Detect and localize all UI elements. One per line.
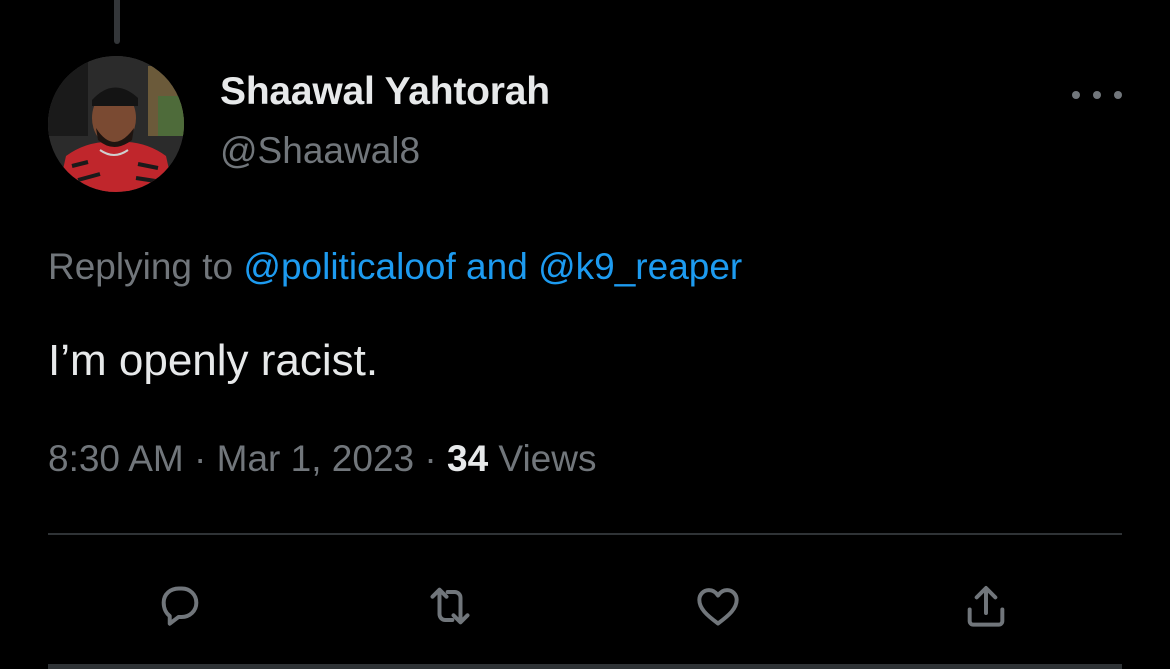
more-dot: [1093, 91, 1101, 99]
replying-to-line: Replying to @politicaloof and @k9_reaper: [48, 246, 742, 288]
retweet-button[interactable]: [422, 578, 478, 634]
replying-prefix: Replying to: [48, 246, 244, 287]
mention-link[interactable]: @k9_reaper: [538, 246, 742, 287]
reply-button[interactable]: [152, 578, 208, 634]
heart-icon: [697, 588, 739, 626]
tweet-detail: Shaawal Yahtorah @Shaawal8 Replying to @…: [0, 0, 1170, 669]
meta-separator: ·: [414, 438, 447, 479]
tweet-text: I’m openly racist.: [48, 336, 379, 385]
more-horizontal-icon: [1072, 91, 1080, 99]
tweet-time[interactable]: 8:30 AM: [48, 438, 184, 479]
share-upload-icon: [967, 586, 1005, 627]
share-button[interactable]: [958, 578, 1014, 634]
bottom-divider: [48, 664, 1122, 669]
author-display-name[interactable]: Shaawal Yahtorah: [220, 70, 550, 114]
tweet-date[interactable]: Mar 1, 2023: [217, 438, 414, 479]
more-dot: [1114, 91, 1122, 99]
mention-link[interactable]: @politicaloof: [243, 246, 455, 287]
views-label: Views: [488, 438, 597, 479]
avatar[interactable]: [48, 56, 184, 192]
views-count: 34: [447, 438, 489, 479]
mention-joiner[interactable]: and: [456, 246, 538, 287]
like-button[interactable]: [690, 578, 746, 634]
thread-connector-line: [114, 0, 120, 44]
tweet-meta: 8:30 AM · Mar 1, 2023 · 34 Views: [48, 438, 596, 480]
meta-separator: ·: [183, 438, 217, 479]
avatar-image: [48, 56, 184, 192]
more-options-button[interactable]: [1072, 80, 1122, 110]
retweet-icon: [430, 587, 470, 625]
author-handle[interactable]: @Shaawal8: [220, 130, 420, 172]
divider: [48, 533, 1122, 535]
reply-bubble-icon: [161, 586, 199, 626]
